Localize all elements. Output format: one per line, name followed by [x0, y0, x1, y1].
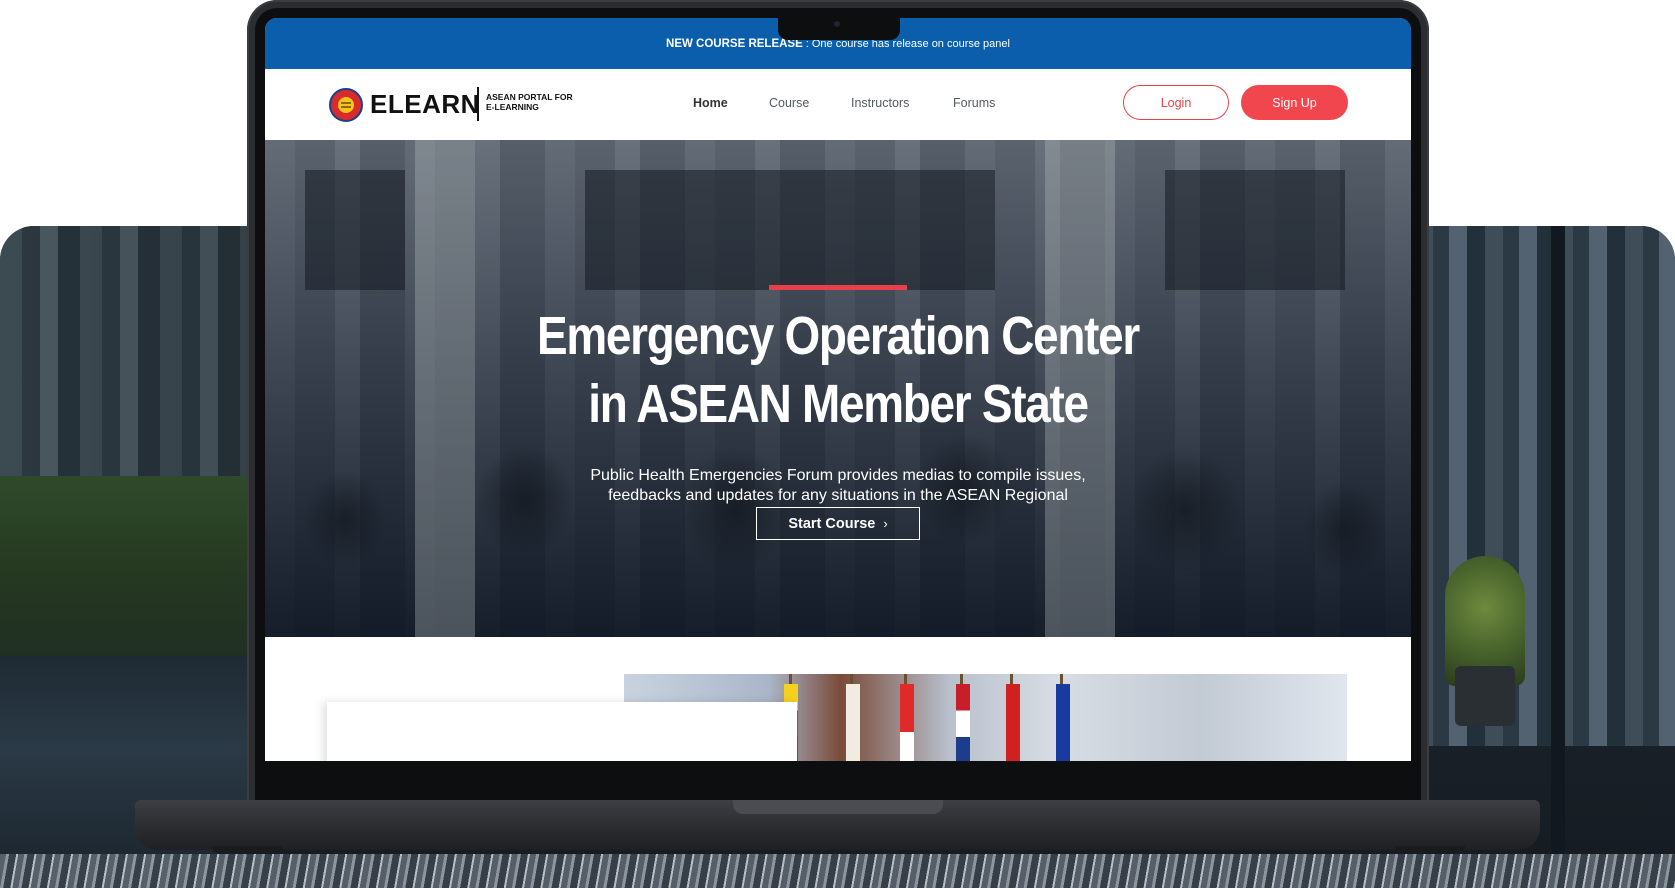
- flag-red: [900, 684, 914, 761]
- city-skyline-left: [0, 226, 260, 696]
- hero-subtitle-line1: Public Health Emergencies Forum provides…: [590, 467, 1086, 484]
- hero-title-line2: in ASEAN Member State: [588, 374, 1089, 434]
- hero-title-line1: Emergency Operation Center: [536, 306, 1140, 366]
- hero-bg-board: [1165, 170, 1345, 290]
- water-surface: [0, 854, 1675, 888]
- hero-title: Emergency Operation Center in ASEAN Memb…: [498, 302, 1178, 438]
- window-frame: [1551, 226, 1565, 888]
- content-card: [327, 702, 797, 761]
- laptop-screen: NEW COURSE RELEASE : One course has rele…: [265, 18, 1411, 761]
- laptop-base: [135, 800, 1540, 850]
- start-course-button[interactable]: Start Course ›: [756, 507, 920, 540]
- nav-item-home[interactable]: Home: [693, 96, 728, 110]
- camera-notch: [778, 16, 900, 40]
- announcement-label: NEW COURSE RELEASE: [666, 37, 803, 50]
- hero-subtitle-line2: feedbacks and updates for any situations…: [608, 487, 1068, 504]
- camera-icon: [834, 21, 840, 27]
- brand-tagline-line2: E-LEARNING: [486, 102, 539, 112]
- asean-emblem-icon[interactable]: [329, 88, 363, 122]
- login-button[interactable]: Login: [1123, 85, 1229, 120]
- chevron-right-icon: ›: [883, 516, 888, 531]
- brand-name[interactable]: ELEARN: [370, 89, 480, 120]
- signup-button[interactable]: Sign Up: [1241, 85, 1348, 120]
- nav-item-forums[interactable]: Forums: [953, 96, 995, 110]
- flag-blue: [1056, 684, 1070, 761]
- laptop-foot-right: [1395, 846, 1465, 854]
- hero-accent-bar: [769, 285, 907, 290]
- laptop-foot-left: [212, 846, 282, 854]
- start-course-label: Start Course: [788, 515, 876, 532]
- logo-divider: [477, 87, 479, 121]
- flag-white: [846, 684, 860, 761]
- flag-china: [1006, 684, 1020, 761]
- nav-item-instructors[interactable]: Instructors: [851, 96, 909, 110]
- brand-tagline: ASEAN PORTAL FOR E-LEARNING: [486, 92, 586, 112]
- hero-section: Emergency Operation Center in ASEAN Memb…: [265, 140, 1411, 637]
- brand-tagline-line1: ASEAN PORTAL FOR: [486, 92, 573, 102]
- content-section: [265, 637, 1411, 761]
- flag-netherlands: [956, 684, 970, 761]
- hero-bg-board: [305, 170, 405, 290]
- nav-item-course[interactable]: Course: [769, 96, 809, 110]
- laptop-groove: [733, 800, 943, 814]
- navbar: ELEARN ASEAN PORTAL FOR E-LEARNING Home …: [265, 69, 1411, 141]
- hero-bg-board: [585, 170, 995, 290]
- plant-pot: [1455, 666, 1515, 726]
- hero-subtitle: Public Health Emergencies Forum provides…: [488, 466, 1188, 506]
